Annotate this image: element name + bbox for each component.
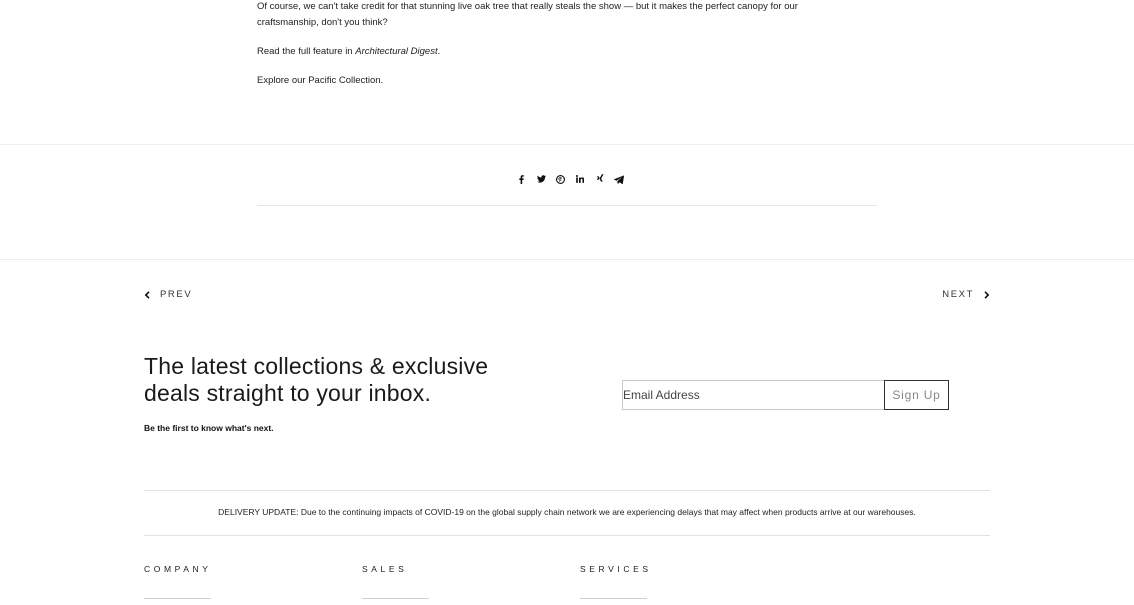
footer-column-underline: [362, 598, 429, 599]
chevron-left-icon: [144, 290, 150, 299]
newsletter-subtext: Be the first to know what's next.: [144, 423, 274, 433]
read-feature-line: Read the full feature in Architectural D…: [257, 44, 440, 60]
explore-line: Explore our Pacific Collection.: [257, 73, 383, 89]
footer-column-sales: SALES: [362, 564, 429, 599]
architectural-digest-link[interactable]: Architectural Digest: [355, 46, 437, 57]
newsletter-heading: The latest collections & exclusive deals…: [144, 353, 489, 406]
footer-column-title: SERVICES: [580, 564, 652, 574]
pinterest-icon[interactable]: [551, 172, 571, 186]
section-divider: [0, 259, 1134, 260]
footer-column-title: COMPANY: [144, 564, 212, 574]
footer-column-company: COMPANY: [144, 564, 212, 599]
footer-column-underline: [144, 598, 211, 599]
section-divider: [0, 144, 1134, 145]
delivery-update-notice: DELIVERY UPDATE: Due to the continuing i…: [218, 507, 916, 517]
delivery-divider: [144, 535, 990, 536]
email-field[interactable]: [622, 380, 885, 410]
facebook-icon[interactable]: [512, 172, 532, 186]
linkedin-icon[interactable]: [571, 172, 591, 186]
prev-label: PREV: [160, 289, 193, 300]
twitter-icon[interactable]: [532, 172, 552, 186]
read-feature-prefix: Read the full feature in: [257, 46, 356, 57]
telegram-icon[interactable]: [610, 172, 630, 186]
chevron-right-icon: [984, 290, 990, 299]
share-divider: [257, 205, 877, 206]
prev-post-link[interactable]: PREV: [144, 289, 192, 300]
post-pagination: PREV NEXT: [144, 289, 990, 303]
delivery-divider: [144, 490, 990, 491]
read-feature-suffix: .: [437, 46, 441, 57]
next-label: NEXT: [942, 289, 974, 300]
sign-up-button[interactable]: Sign Up: [884, 380, 949, 410]
footer-column-title: SALES: [362, 564, 408, 574]
pacific-collection-link[interactable]: Explore our Pacific Collection.: [257, 75, 383, 86]
footer-column-services: SERVICES: [580, 564, 652, 599]
next-post-link[interactable]: NEXT: [942, 289, 990, 300]
share-bar: [512, 172, 629, 186]
xing-icon[interactable]: [590, 172, 610, 186]
footer-column-underline: [580, 598, 647, 599]
article-paragraph: Of course, we can't take credit for that…: [257, 1, 798, 28]
